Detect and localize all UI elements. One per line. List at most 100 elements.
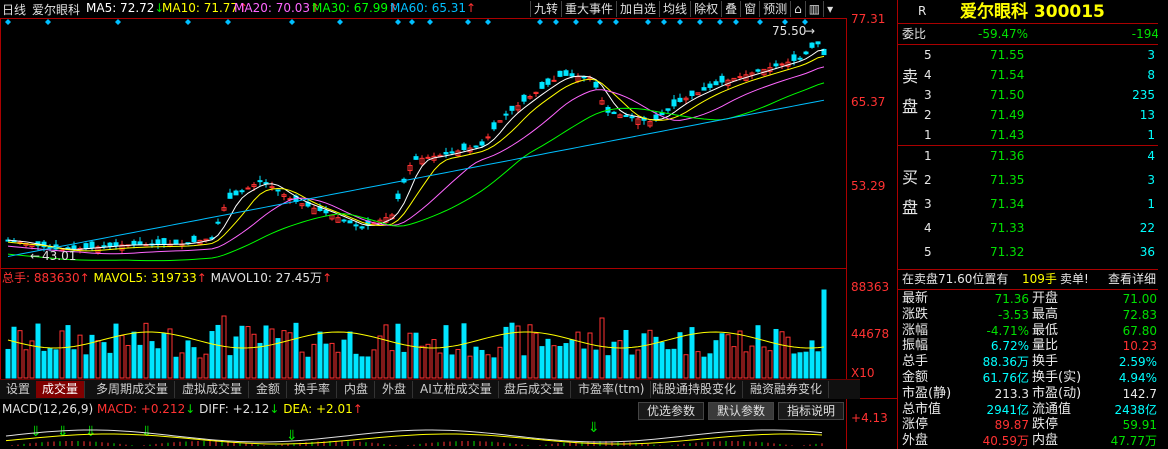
tab-outer[interactable]: 外盘 xyxy=(376,381,414,398)
sell-level-num: 3 xyxy=(924,88,932,102)
tab-northbound[interactable]: 陆股通持股变化 xyxy=(646,381,744,398)
event-diamond-icon[interactable] xyxy=(645,19,651,25)
tab-pe-ttm[interactable]: 市盈率(ttm) xyxy=(572,381,652,398)
sell-level-row[interactable]: 1 71.43 1 xyxy=(898,126,1168,144)
arrow-down-icon: ⇓ xyxy=(85,424,97,440)
event-diamond-icon[interactable] xyxy=(225,19,231,25)
buy-level-row[interactable]: 1 71.36 4 xyxy=(898,147,1168,165)
event-diamond-icon[interactable] xyxy=(427,19,433,25)
volume-bar xyxy=(167,328,173,379)
sell-level-row[interactable]: 3 71.50 235 xyxy=(898,86,1168,104)
default-params-button[interactable]: 默认参数 xyxy=(708,402,775,420)
candle-body xyxy=(611,111,617,115)
optimal-params-button[interactable]: 优选参数 xyxy=(638,402,705,420)
volume-bar xyxy=(5,348,11,379)
volume-bar xyxy=(407,332,413,379)
price-axis-low: 53.29 xyxy=(851,179,885,193)
volume-bar xyxy=(767,350,773,379)
volume-bar xyxy=(281,330,287,379)
sell-level-row[interactable]: 5 71.55 3 xyxy=(898,46,1168,64)
event-diamond-icon[interactable] xyxy=(553,19,559,25)
quote-stat-row: 涨停 89.87 跌停 59.91 xyxy=(898,417,1168,433)
event-diamond-icon[interactable] xyxy=(717,19,723,25)
volume-bar xyxy=(377,335,383,379)
event-diamond-icon[interactable] xyxy=(733,19,739,25)
buy-level-row[interactable]: 4 71.33 22 xyxy=(898,219,1168,237)
candle-body xyxy=(539,81,545,89)
volume-bar xyxy=(485,354,491,379)
volume-bar xyxy=(101,342,107,379)
event-diamond-icon[interactable] xyxy=(661,19,667,25)
event-diamond-icon[interactable] xyxy=(45,19,51,25)
event-diamond-icon[interactable] xyxy=(485,19,491,25)
tab-settings[interactable]: 设置 xyxy=(0,381,38,398)
volume-bar xyxy=(629,354,635,379)
sell-level-row[interactable]: 4 71.54 8 xyxy=(898,66,1168,84)
event-diamond-icon[interactable] xyxy=(115,19,121,25)
volume-bar xyxy=(401,351,407,379)
candle-body xyxy=(509,105,515,111)
buy-level-num: 2 xyxy=(924,173,932,187)
event-diamond-icon[interactable] xyxy=(613,19,619,25)
volume-bar xyxy=(755,325,761,379)
candle-body xyxy=(719,75,725,83)
volume-bar xyxy=(17,330,23,379)
volume-bar xyxy=(749,345,755,379)
stat-value: 2941亿 xyxy=(986,402,1029,417)
volume-bar xyxy=(701,356,707,379)
tab-inner[interactable]: 内盘 xyxy=(338,381,376,398)
sell-level-volume: 3 xyxy=(1147,48,1155,62)
volume-bar xyxy=(389,350,395,379)
event-diamond-icon[interactable] xyxy=(597,19,603,25)
volume-bar xyxy=(359,356,365,379)
candle-body xyxy=(347,220,353,224)
volume-bar xyxy=(809,340,815,379)
r-label: R xyxy=(918,4,927,18)
price-axis-mid: 65.37 xyxy=(851,95,885,109)
event-diamond-icon[interactable] xyxy=(289,19,295,25)
buy-level-price: 71.32 xyxy=(990,245,1025,259)
event-diamond-icon[interactable] xyxy=(337,19,343,25)
event-diamond-icon[interactable] xyxy=(677,19,683,25)
macd-plot: ⇓ ⇓ ⇓ ⇓ ⇓ ⇓ xyxy=(5,420,823,446)
event-markers[interactable] xyxy=(5,19,808,25)
buy-level-row[interactable]: 3 71.34 1 xyxy=(898,195,1168,213)
arrow-down-icon: ⇓ xyxy=(588,420,600,436)
candle-body xyxy=(569,73,575,77)
sell-level-price: 71.55 xyxy=(990,48,1025,62)
tab-virtual-volume[interactable]: 虚拟成交量 xyxy=(176,381,250,398)
event-diamond-icon[interactable] xyxy=(757,19,763,25)
sell-level-volume: 235 xyxy=(1132,88,1155,102)
event-diamond-icon[interactable] xyxy=(5,19,11,25)
indicator-help-button[interactable]: 指标说明 xyxy=(778,402,845,420)
quote-stat-row: 最新 71.36 开盘 71.00 xyxy=(898,291,1168,307)
tab-amount[interactable]: 金额 xyxy=(250,381,288,398)
view-detail-link[interactable]: 查看详细 xyxy=(1108,270,1156,288)
event-diamond-icon[interactable] xyxy=(185,19,191,25)
candle-body xyxy=(473,145,479,148)
tab-volume[interactable]: 成交量 xyxy=(36,381,86,398)
stat-value: 67.80 xyxy=(1122,323,1157,338)
stat-value: 2.59% xyxy=(1118,355,1157,370)
buy-level-row[interactable]: 2 71.35 3 xyxy=(898,171,1168,189)
sell-level-num: 1 xyxy=(924,128,932,142)
stat-value: 72.83 xyxy=(1122,307,1157,322)
event-diamond-icon[interactable] xyxy=(409,19,415,25)
tab-after-hours-volume[interactable]: 盘后成交量 xyxy=(498,381,572,398)
buy-level-row[interactable]: 5 71.32 36 xyxy=(898,243,1168,261)
event-diamond-icon[interactable] xyxy=(537,19,543,25)
event-diamond-icon[interactable] xyxy=(465,19,471,25)
volume-bar xyxy=(341,339,347,379)
sell-level-row[interactable]: 2 71.49 13 xyxy=(898,106,1168,124)
stat-label: 量比 xyxy=(1032,338,1059,354)
event-diamond-icon[interactable] xyxy=(573,19,579,25)
event-diamond-icon[interactable] xyxy=(697,19,703,25)
volume-bar xyxy=(521,355,527,379)
event-diamond-icon[interactable] xyxy=(395,19,401,25)
tab-margin[interactable]: 融资融券变化 xyxy=(744,381,830,398)
tab-turnover[interactable]: 换手率 xyxy=(288,381,338,398)
volume-bar xyxy=(41,350,47,379)
volume-bar xyxy=(257,342,263,379)
tab-ai-volume[interactable]: AI立桩成交量 xyxy=(414,381,499,398)
tab-multi-period-volume[interactable]: 多周期成交量 xyxy=(90,381,176,398)
